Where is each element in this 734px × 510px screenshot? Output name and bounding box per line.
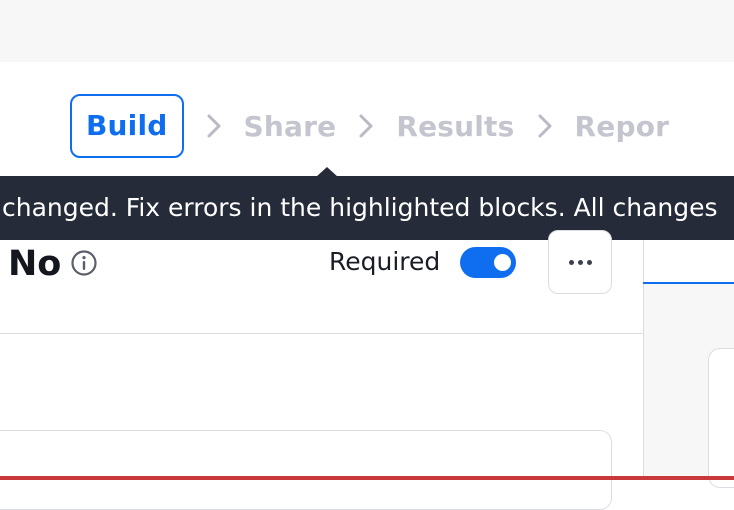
error-highlight-bar xyxy=(0,476,734,480)
right-panel-card[interactable] xyxy=(708,348,734,488)
workflow-steps: Build Share Results Repor xyxy=(70,94,669,158)
right-panel-tab-indicator xyxy=(643,282,734,284)
chevron-right-icon xyxy=(184,113,244,139)
more-options-icon xyxy=(568,259,592,265)
error-tooltip: changed. Fix errors in the highlighted b… xyxy=(0,176,734,240)
top-band xyxy=(0,0,734,62)
more-options-button[interactable] xyxy=(548,230,612,294)
step-results[interactable]: Results xyxy=(396,110,514,143)
answer-field[interactable] xyxy=(0,430,612,510)
tooltip-text: changed. Fix errors in the highlighted b… xyxy=(2,193,718,222)
info-icon[interactable] xyxy=(70,249,98,277)
step-report[interactable]: Repor xyxy=(575,110,670,143)
step-share[interactable]: Share xyxy=(244,110,337,143)
chevron-right-icon xyxy=(336,113,396,139)
toggle-knob xyxy=(494,254,511,271)
block-title: No xyxy=(8,244,62,284)
required-toggle[interactable] xyxy=(460,247,516,278)
required-label: Required xyxy=(329,247,441,276)
step-build[interactable]: Build xyxy=(70,94,184,158)
chevron-right-icon xyxy=(515,113,575,139)
right-panel-tab[interactable] xyxy=(644,240,734,282)
